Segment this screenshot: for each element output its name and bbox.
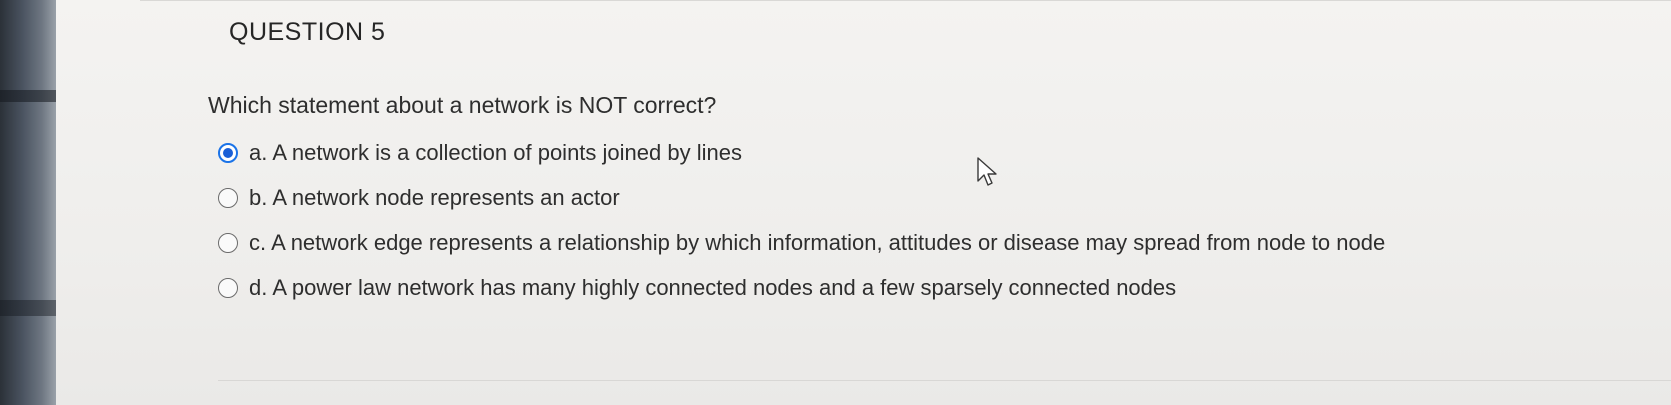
option-text: A power law network has many highly conn…: [272, 275, 1177, 300]
option-b[interactable]: b. A network node represents an actor: [218, 183, 620, 213]
radio-option-d[interactable]: [218, 278, 238, 298]
top-divider: [140, 0, 1671, 1]
option-letter: c.: [249, 230, 267, 255]
radio-option-a[interactable]: [218, 143, 238, 163]
option-text: A network node represents an actor: [272, 185, 620, 210]
option-text: A network is a collection of points join…: [272, 140, 742, 165]
question-prompt: Which statement about a network is NOT c…: [208, 92, 717, 118]
option-c[interactable]: c. A network edge represents a relations…: [218, 228, 1385, 258]
option-letter: b.: [249, 185, 268, 210]
radio-option-b[interactable]: [218, 188, 238, 208]
option-text: A network edge represents a relationship…: [271, 230, 1386, 255]
option-d[interactable]: d. A power law network has many highly c…: [218, 273, 1176, 303]
option-a[interactable]: a. A network is a collection of points j…: [218, 138, 742, 168]
question-title: QUESTION 5: [229, 18, 386, 46]
bottom-divider: [218, 380, 1671, 381]
option-letter: a.: [249, 140, 268, 165]
radio-option-c[interactable]: [218, 233, 238, 253]
option-letter: d.: [249, 275, 268, 300]
screen-bezel: [0, 0, 56, 405]
mouse-pointer-icon: [977, 157, 997, 186]
